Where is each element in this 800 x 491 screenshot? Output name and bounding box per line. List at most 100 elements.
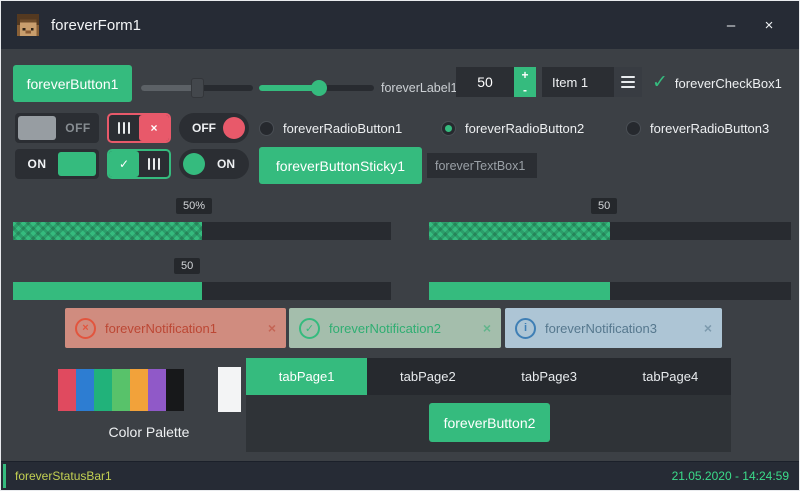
color-swatch-6[interactable]	[148, 369, 166, 411]
forever-button-sticky[interactable]: foreverButtonSticky1	[259, 147, 422, 184]
notification-text: foreverNotification3	[545, 321, 698, 336]
toggle-off-disabled[interactable]: OFF	[15, 113, 99, 143]
trackbar-2-fill	[259, 85, 319, 91]
radio-button-1[interactable]: foreverRadioButton1	[259, 120, 402, 137]
trackbar-2-thumb[interactable]	[311, 80, 327, 96]
tab-tabPage3[interactable]: tabPage3	[489, 358, 610, 395]
notification-text: foreverNotification2	[329, 321, 477, 336]
progress-badge-1: 50%	[176, 198, 212, 214]
minimize-button[interactable]: –	[717, 17, 745, 34]
radio-circle	[259, 121, 274, 136]
numeric-value[interactable]: 50	[456, 67, 514, 97]
status-accent-bar	[3, 464, 6, 488]
close-button[interactable]: ×	[755, 17, 783, 34]
forever-textbox[interactable]	[427, 153, 537, 178]
color-swatch-5[interactable]	[130, 369, 148, 411]
combobox-value: Item 1	[542, 75, 614, 90]
toggle-on-circle[interactable]: ON	[179, 149, 249, 179]
toggle-off-danger[interactable]: OFF	[179, 113, 249, 143]
status-label: foreverStatusBar1	[15, 469, 112, 483]
info-icon: i	[515, 318, 536, 339]
progress-bar-3	[13, 282, 391, 300]
numeric-updown: 50 + -	[456, 67, 536, 97]
color-swatch-4[interactable]	[112, 369, 130, 411]
progress-bar-4	[429, 282, 791, 300]
title-bar[interactable]: foreverForm1 – ×	[1, 1, 799, 49]
checkbox-label: foreverCheckBox1	[675, 76, 782, 91]
trackbar-1[interactable]	[141, 78, 253, 98]
color-swatch-7[interactable]	[166, 369, 184, 411]
progress-fill	[429, 282, 610, 300]
tab-tabPage4[interactable]: tabPage4	[610, 358, 731, 395]
notification-close-icon[interactable]: ×	[704, 320, 712, 336]
window-controls: – ×	[717, 17, 783, 34]
notification-close-icon[interactable]: ×	[268, 320, 276, 336]
notification-close-icon[interactable]: ×	[483, 320, 491, 336]
combobox[interactable]: Item 1	[542, 67, 642, 97]
progress-bar-2	[429, 222, 791, 240]
notification-text: foreverNotification1	[105, 321, 262, 336]
notification-error: × foreverNotification1 ×	[65, 308, 286, 348]
forever-button-2[interactable]: foreverButton2	[429, 403, 550, 442]
window-title: foreverForm1	[51, 17, 141, 34]
toggle-x-icon: ×	[139, 115, 169, 141]
progress-badge-3: 50	[174, 258, 200, 274]
forever-label-1: foreverLabel1	[381, 81, 457, 95]
tab-tabPage2[interactable]: tabPage2	[367, 358, 488, 395]
radio-circle	[626, 121, 641, 136]
toggle-knob	[183, 153, 205, 175]
toggle-check-icon: ✓	[109, 151, 139, 177]
toggle-label: OFF	[192, 113, 216, 143]
notification-success: ✓ foreverNotification2 ×	[289, 308, 501, 348]
color-swatch-8[interactable]	[184, 369, 202, 411]
notification-info: i foreverNotification3 ×	[505, 308, 722, 348]
numeric-increase-button[interactable]: +	[514, 67, 536, 82]
selected-color-swatch	[218, 367, 241, 412]
tab-bar: tabPage1 tabPage2 tabPage3 tabPage4	[246, 358, 731, 395]
color-palette	[58, 369, 202, 411]
progress-badge-2: 50	[591, 198, 617, 214]
progress-fill	[429, 222, 610, 240]
error-icon: ×	[75, 318, 96, 339]
toggle-on-accent[interactable]: ON	[15, 149, 99, 179]
progress-fill	[13, 222, 202, 240]
palette-caption: Color Palette	[67, 424, 231, 440]
toggle-knob	[223, 117, 245, 139]
status-bar: foreverStatusBar1 21.05.2020 - 14:24:59	[1, 461, 799, 490]
status-datetime: 21.05.2020 - 14:24:59	[672, 469, 789, 483]
combobox-menu-icon[interactable]	[614, 67, 642, 97]
radio-circle	[441, 121, 456, 136]
radio-label: foreverRadioButton1	[283, 121, 402, 136]
success-icon: ✓	[299, 318, 320, 339]
radio-dot	[445, 125, 452, 132]
numeric-buttons: + -	[514, 67, 536, 97]
color-swatch-3[interactable]	[94, 369, 112, 411]
toggle-label: ON	[217, 149, 235, 179]
trackbar-2[interactable]	[259, 78, 374, 98]
progress-fill	[13, 282, 202, 300]
grip-lines-icon	[109, 115, 139, 141]
forever-checkbox[interactable]: ✓ foreverCheckBox1	[652, 73, 782, 93]
toggle-danger-grip[interactable]: ×	[107, 113, 171, 143]
radio-button-3[interactable]: foreverRadioButton3	[626, 120, 769, 137]
radio-label: foreverRadioButton2	[465, 121, 584, 136]
trackbar-1-fill	[141, 85, 197, 91]
numeric-decrease-button[interactable]: -	[514, 82, 536, 97]
grip-lines-icon	[139, 151, 169, 177]
toggle-label: OFF	[59, 113, 97, 143]
tab-tabPage1[interactable]: tabPage1	[246, 358, 367, 395]
radio-button-2[interactable]: foreverRadioButton2	[441, 120, 584, 137]
toggle-knob	[58, 152, 96, 176]
window: foreverForm1 – × foreverButton1 foreverL…	[0, 0, 800, 491]
progress-bar-1	[13, 222, 391, 240]
forever-button-1[interactable]: foreverButton1	[13, 65, 132, 102]
toggle-accent-grip[interactable]: ✓	[107, 149, 171, 179]
toggle-label: ON	[17, 149, 57, 179]
color-swatch-1[interactable]	[58, 369, 76, 411]
color-swatch-2[interactable]	[76, 369, 94, 411]
trackbar-1-thumb[interactable]	[191, 78, 204, 98]
toggle-knob	[18, 116, 56, 140]
checkbox-check-icon: ✓	[652, 73, 668, 93]
app-icon	[17, 14, 39, 36]
radio-label: foreverRadioButton3	[650, 121, 769, 136]
